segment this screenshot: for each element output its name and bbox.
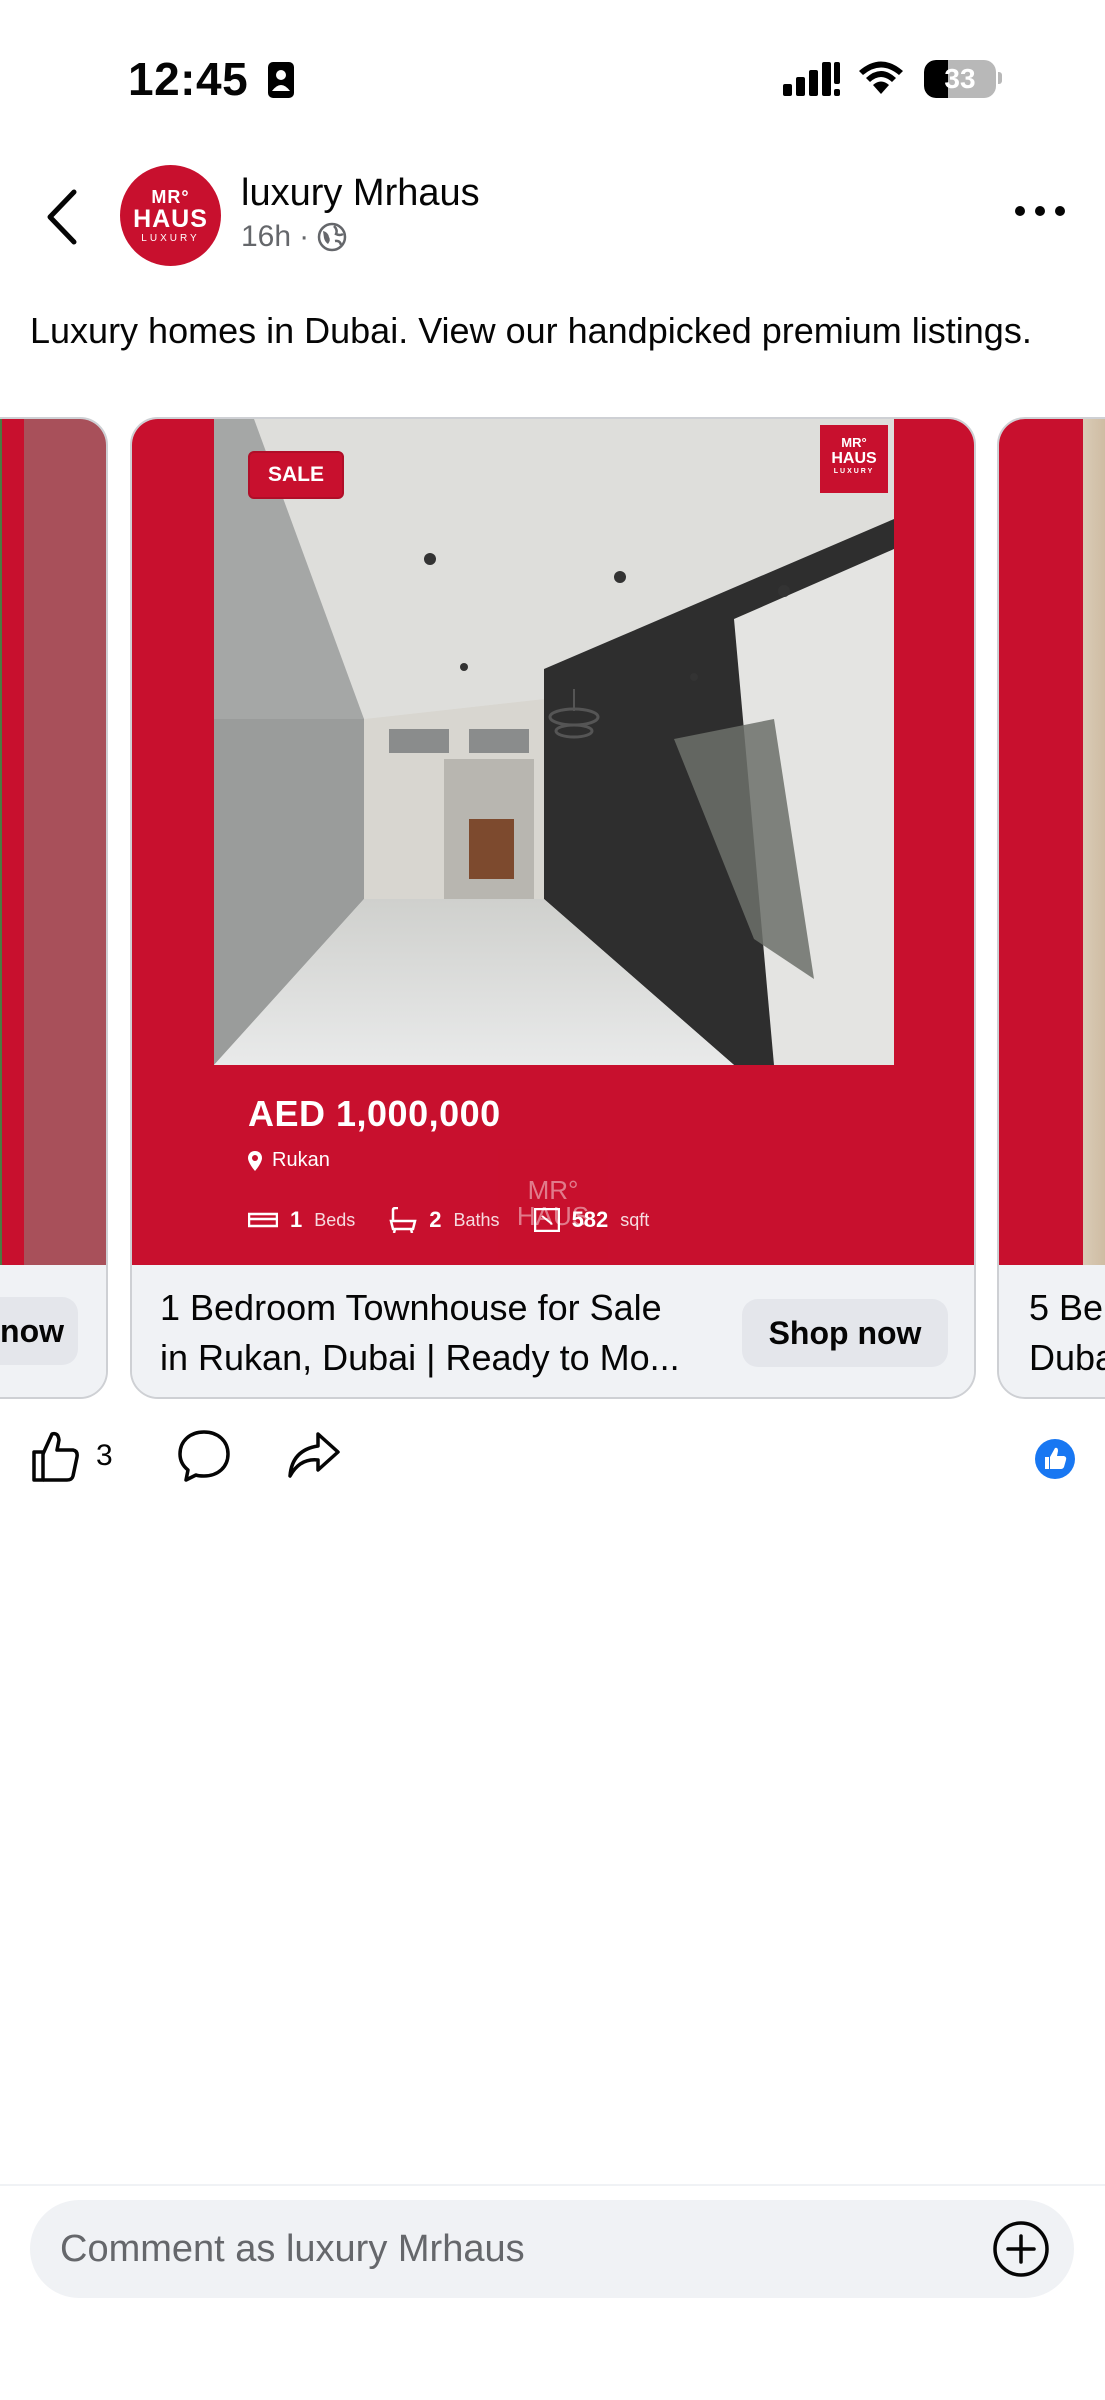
listing-location: Rukan bbox=[248, 1149, 330, 1172]
avatar-logo-luxury: LUXURY bbox=[141, 233, 200, 244]
carousel-card-previous[interactable]: now bbox=[0, 417, 108, 1399]
baths-count: 2 bbox=[429, 1207, 442, 1232]
back-arrow-icon[interactable] bbox=[38, 182, 98, 252]
watermark-logo: MR° HAUS bbox=[498, 1149, 608, 1259]
battery-level: 33 bbox=[944, 63, 976, 94]
next-listing-title: 5 Be Duba bbox=[1029, 1283, 1105, 1383]
comment-placeholder: Comment as luxury Mrhaus bbox=[60, 2228, 525, 2270]
area-label: sqft bbox=[620, 1209, 650, 1230]
interior-photo bbox=[214, 419, 894, 1065]
signal-icon bbox=[783, 62, 840, 96]
divider bbox=[0, 2184, 1105, 2186]
add-icon[interactable] bbox=[992, 2220, 1050, 2278]
thumbs-up-icon bbox=[32, 1431, 79, 1482]
next-title-line2: Duba bbox=[1029, 1337, 1105, 1378]
post-caption: Luxury homes in Dubai. View our handpick… bbox=[30, 310, 1032, 351]
baths-label: Baths bbox=[453, 1209, 500, 1230]
next-listing-image bbox=[999, 419, 1105, 1265]
listing-title-line2: in Rukan, Dubai | Ready to Mo... bbox=[160, 1337, 680, 1378]
previous-listing-image bbox=[0, 419, 106, 1265]
listing-title-line1: 1 Bedroom Townhouse for Sale bbox=[160, 1287, 662, 1328]
meta-separator: · bbox=[299, 220, 310, 253]
logo-mr: MR° bbox=[841, 435, 867, 450]
comment-icon[interactable] bbox=[176, 1428, 232, 1484]
shop-now-button[interactable]: Shop now bbox=[742, 1299, 948, 1367]
shop-now-button-previous[interactable]: now bbox=[0, 1297, 78, 1365]
listing-image: SALE MR° HAUS LUXURY AED 1,000,000 Rukan… bbox=[132, 419, 974, 1265]
card-footer: 1 Bedroom Townhouse for Sale in Rukan, D… bbox=[132, 1265, 974, 1397]
carousel-card-next[interactable]: 5 Be Duba bbox=[997, 417, 1105, 1399]
listing-price: AED 1,000,000 bbox=[248, 1093, 501, 1134]
avatar-logo-haus: HAUS bbox=[133, 205, 208, 233]
bed-icon bbox=[248, 1212, 278, 1228]
area-icon bbox=[533, 1208, 560, 1232]
page-name[interactable]: luxury Mrhaus bbox=[241, 172, 480, 215]
logo-luxury: LUXURY bbox=[833, 468, 875, 475]
bathtub-icon bbox=[389, 1207, 417, 1233]
carousel-card-main[interactable]: SALE MR° HAUS LUXURY AED 1,000,000 Rukan… bbox=[130, 417, 976, 1399]
beds-count: 1 bbox=[290, 1207, 303, 1232]
page-avatar[interactable]: MR° HAUS LUXURY bbox=[120, 165, 221, 266]
listing-features: 1 Beds 2 Baths 582 sqft bbox=[248, 1207, 671, 1233]
location-text: Rukan bbox=[272, 1149, 330, 1171]
sale-badge: SALE bbox=[248, 451, 344, 499]
post-time: 16h bbox=[241, 220, 292, 253]
next-title-line1: 5 Be bbox=[1029, 1287, 1104, 1328]
status-icons: 33 bbox=[0, 50, 1105, 110]
listing-title[interactable]: 1 Bedroom Townhouse for Sale in Rukan, D… bbox=[160, 1283, 720, 1383]
property-photo bbox=[214, 419, 894, 1065]
more-options-icon[interactable] bbox=[1010, 196, 1070, 226]
like-reaction-icon[interactable] bbox=[1034, 1438, 1076, 1480]
brand-logo: MR° HAUS LUXURY bbox=[820, 425, 888, 493]
like-count: 3 bbox=[96, 1439, 113, 1472]
location-pin-icon bbox=[248, 1150, 262, 1171]
like-button[interactable]: 3 bbox=[30, 1428, 120, 1484]
battery-indicator: 33 bbox=[924, 60, 996, 98]
beds-label: Beds bbox=[314, 1209, 356, 1230]
share-icon[interactable] bbox=[286, 1428, 342, 1484]
post-meta: 16h · bbox=[241, 220, 347, 254]
comment-input[interactable]: Comment as luxury Mrhaus bbox=[30, 2200, 1074, 2298]
globe-icon bbox=[317, 222, 347, 252]
area-value: 582 bbox=[571, 1207, 609, 1232]
wifi-icon bbox=[859, 61, 903, 94]
logo-haus: HAUS bbox=[831, 450, 877, 467]
